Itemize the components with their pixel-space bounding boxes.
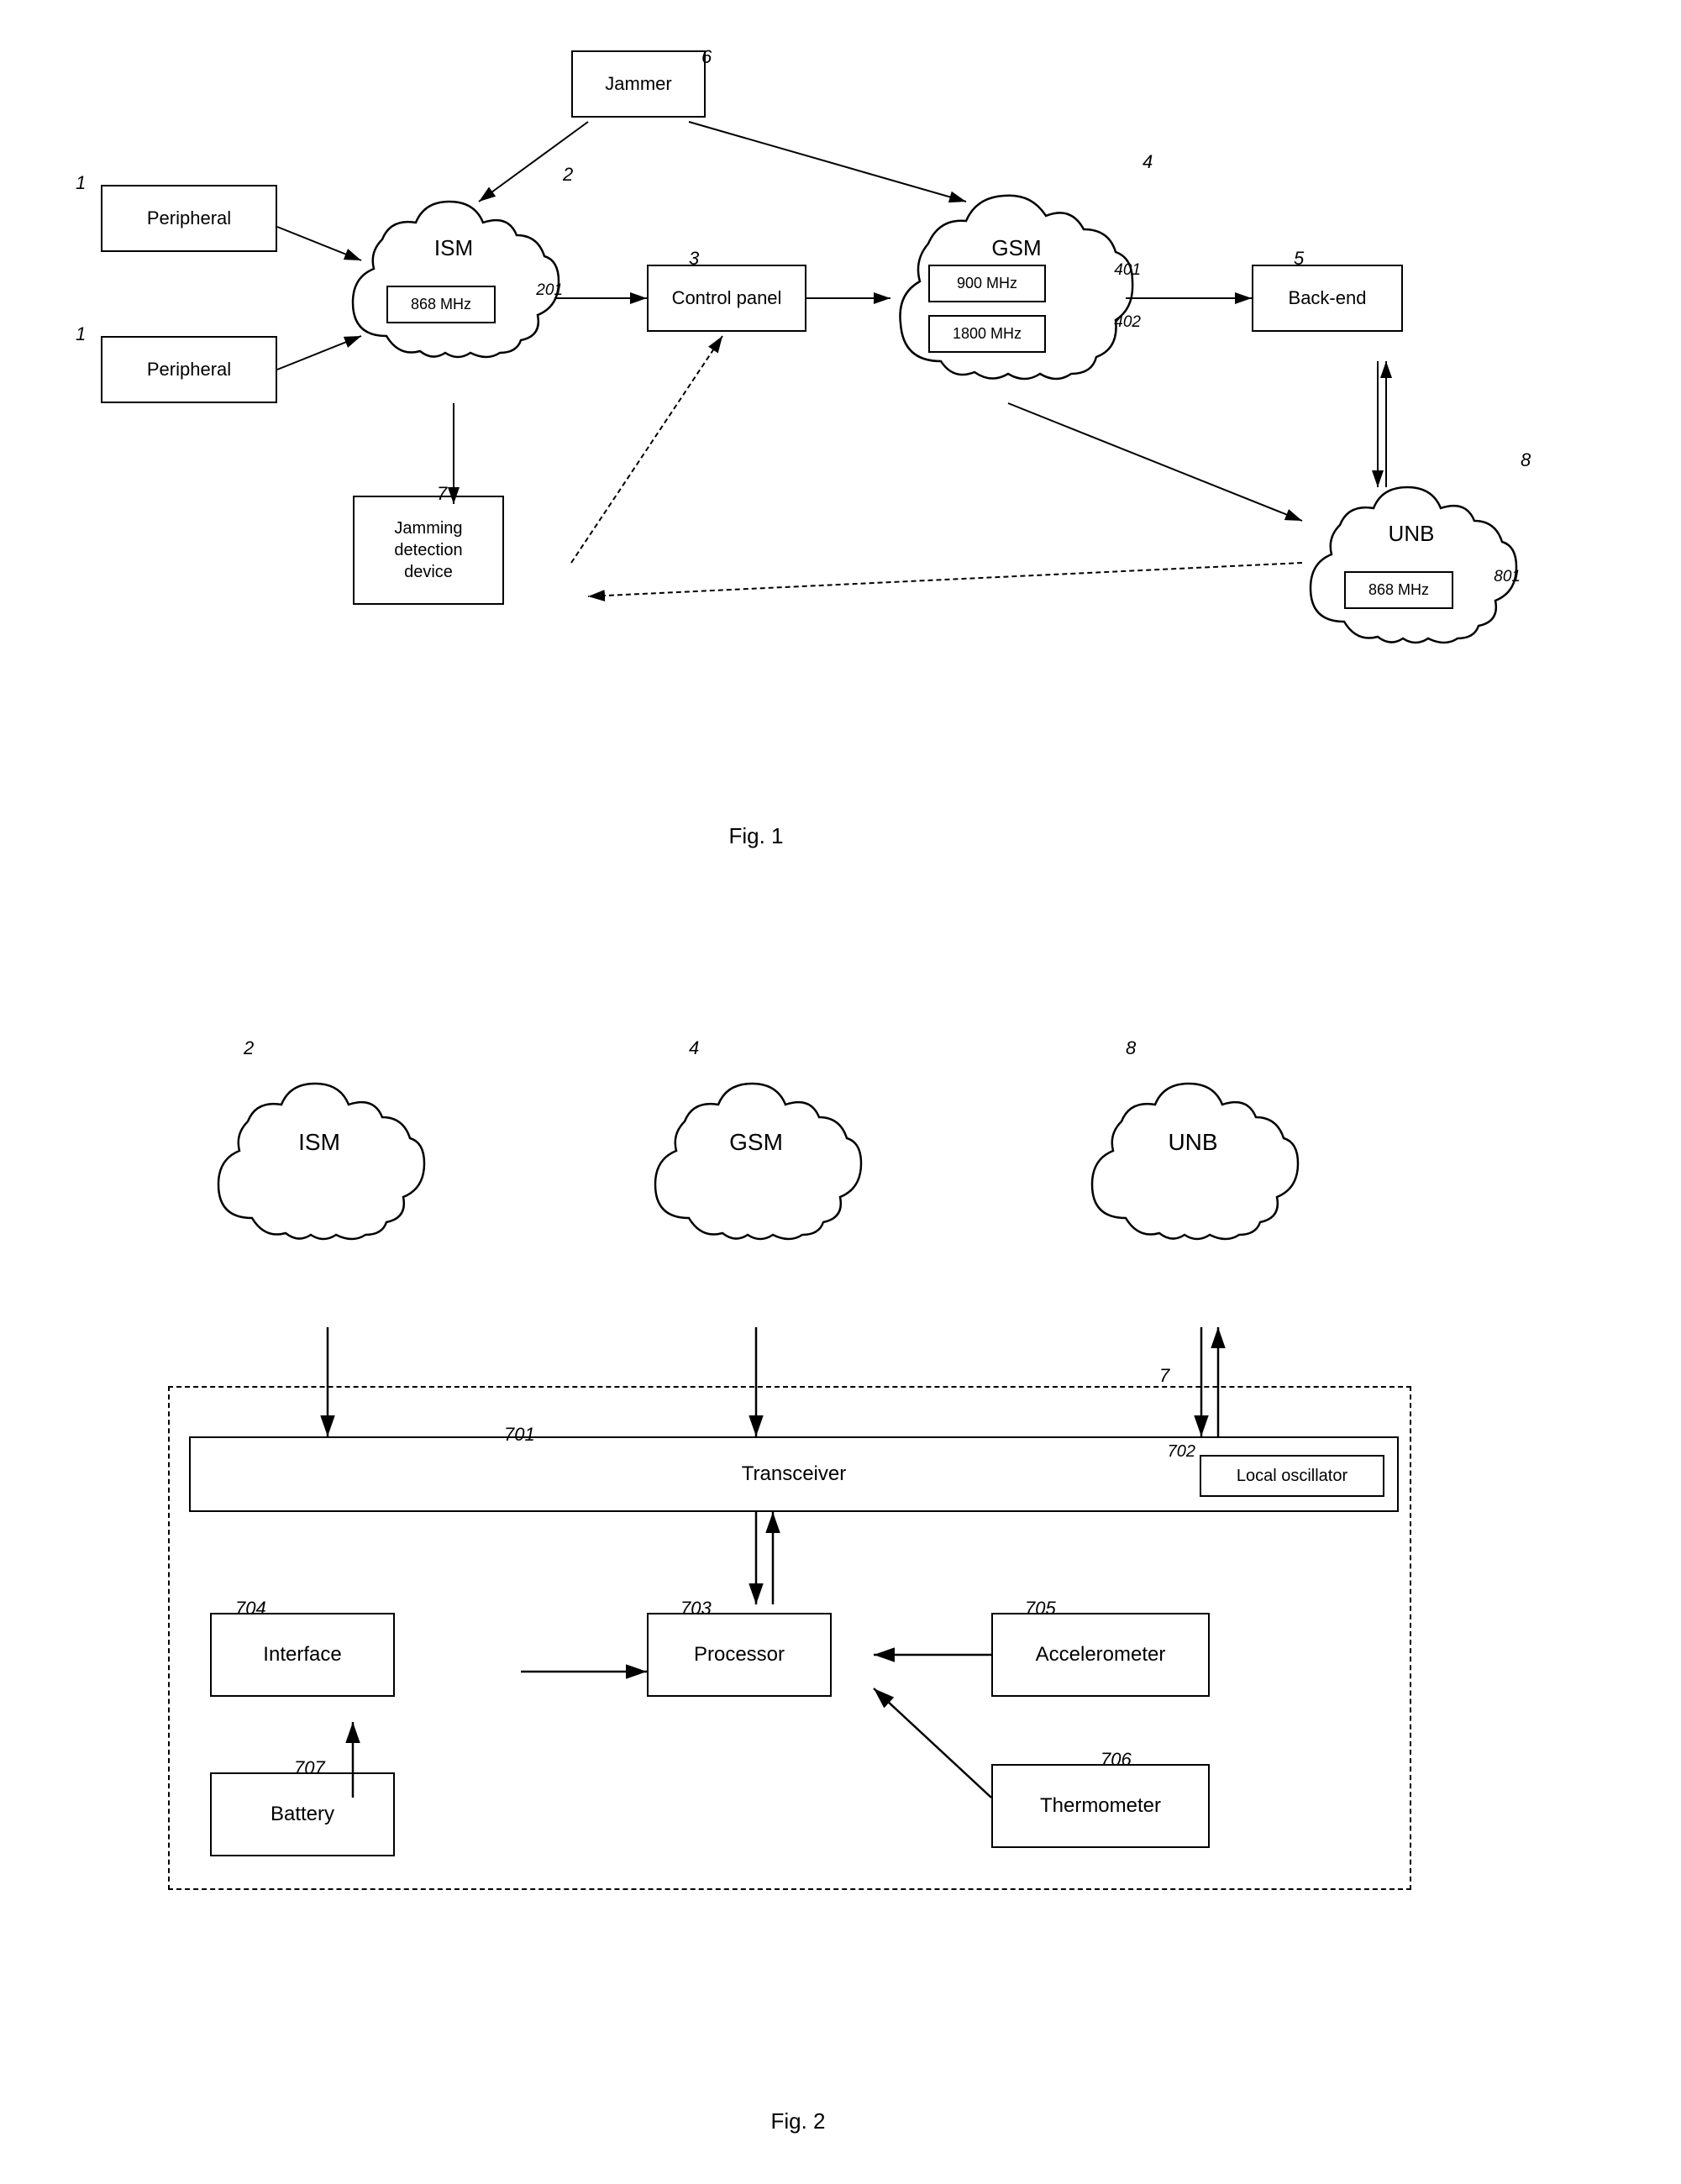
jammer-ref: 6 <box>701 46 712 68</box>
transceiver-label: Transceiver <box>742 1462 846 1486</box>
peripheral2-box: Peripheral <box>101 336 277 403</box>
jamming-box: Jamming detection device <box>353 496 504 605</box>
gsm-inner2-box: 1800 MHz <box>928 315 1046 353</box>
device-ref: 7 <box>1159 1365 1169 1387</box>
ism-cloud-label: ISM <box>434 235 473 261</box>
processor-label: Processor <box>694 1643 785 1667</box>
battery-label: Battery <box>271 1803 334 1826</box>
peripheral1-ref: 1 <box>76 172 86 194</box>
jammer-box: Jammer <box>571 50 706 118</box>
fig2-label: Fig. 2 <box>714 2108 882 2134</box>
battery-ref: 707 <box>294 1757 325 1779</box>
gsm-cloud-label: GSM <box>991 235 1041 261</box>
control-panel-label: Control panel <box>672 287 782 309</box>
fig2-unb-label: UNB <box>1168 1129 1217 1156</box>
fig2-ism-cloud: ISM <box>202 1050 437 1260</box>
ism-inner-box: 868 MHz <box>386 286 496 323</box>
control-panel-box: Control panel <box>647 265 806 332</box>
control-panel-ref: 3 <box>689 248 699 270</box>
local-osc-box: Local oscillator <box>1200 1455 1384 1497</box>
backend-label: Back-end <box>1289 287 1367 309</box>
jamming-label: Jamming detection device <box>394 517 462 583</box>
peripheral1-label: Peripheral <box>147 207 231 229</box>
processor-box: Processor <box>647 1613 832 1697</box>
gsm-inner2-ref: 402 <box>1114 313 1141 332</box>
fig2-gsm-label: GSM <box>729 1129 783 1156</box>
fig2-ism-label: ISM <box>298 1129 340 1156</box>
fig2-gsm-cloud: GSM <box>638 1050 874 1260</box>
unb-cloud-ref: 8 <box>1521 449 1531 471</box>
transceiver-box: Transceiver Local oscillator 702 <box>189 1436 1399 1512</box>
interface-ref: 704 <box>235 1598 266 1620</box>
thermometer-ref: 706 <box>1101 1749 1132 1771</box>
jammer-label: Jammer <box>605 73 671 95</box>
accelerometer-box: Accelerometer <box>991 1613 1210 1697</box>
peripheral2-label: Peripheral <box>147 359 231 381</box>
unb-inner-ref: 801 <box>1494 568 1521 586</box>
unb-inner-box: 868 MHz <box>1344 571 1453 609</box>
fig1-label: Fig. 1 <box>672 823 840 849</box>
backend-ref: 5 <box>1294 248 1304 270</box>
ism-cloud: ISM 868 MHz 201 <box>336 168 571 378</box>
local-osc-ref: 702 <box>1168 1442 1195 1462</box>
interface-label: Interface <box>263 1643 341 1667</box>
fig2-unb-ref: 8 <box>1126 1037 1136 1059</box>
battery-box: Battery <box>210 1772 395 1856</box>
backend-box: Back-end <box>1252 265 1403 332</box>
accelerometer-label: Accelerometer <box>1036 1643 1166 1667</box>
peripheral2-ref: 1 <box>76 323 86 345</box>
accelerometer-ref: 705 <box>1025 1598 1056 1620</box>
ism-inner-ref: 201 <box>536 281 563 300</box>
peripheral1-box: Peripheral <box>101 185 277 252</box>
jamming-ref: 7 <box>437 483 447 505</box>
unb-cloud: UNB 868 MHz 801 <box>1294 454 1529 664</box>
fig2-gsm-ref: 4 <box>689 1037 699 1059</box>
interface-box: Interface <box>210 1613 395 1697</box>
fig2-ism-ref: 2 <box>244 1037 254 1059</box>
processor-ref: 703 <box>680 1598 712 1620</box>
gsm-cloud-ref: 4 <box>1143 151 1153 173</box>
gsm-inner1-ref: 401 <box>1114 261 1141 280</box>
gsm-inner1-box: 900 MHz <box>928 265 1046 302</box>
fig2-unb-cloud: UNB <box>1075 1050 1311 1260</box>
ism-cloud-ref: 2 <box>563 164 573 186</box>
unb-cloud-label: UNB <box>1389 521 1435 547</box>
gsm-cloud: GSM 900 MHz 401 1800 MHz 402 <box>882 155 1151 407</box>
thermometer-label: Thermometer <box>1040 1794 1161 1818</box>
transceiver-ref: 701 <box>504 1424 535 1446</box>
thermometer-box: Thermometer <box>991 1764 1210 1848</box>
